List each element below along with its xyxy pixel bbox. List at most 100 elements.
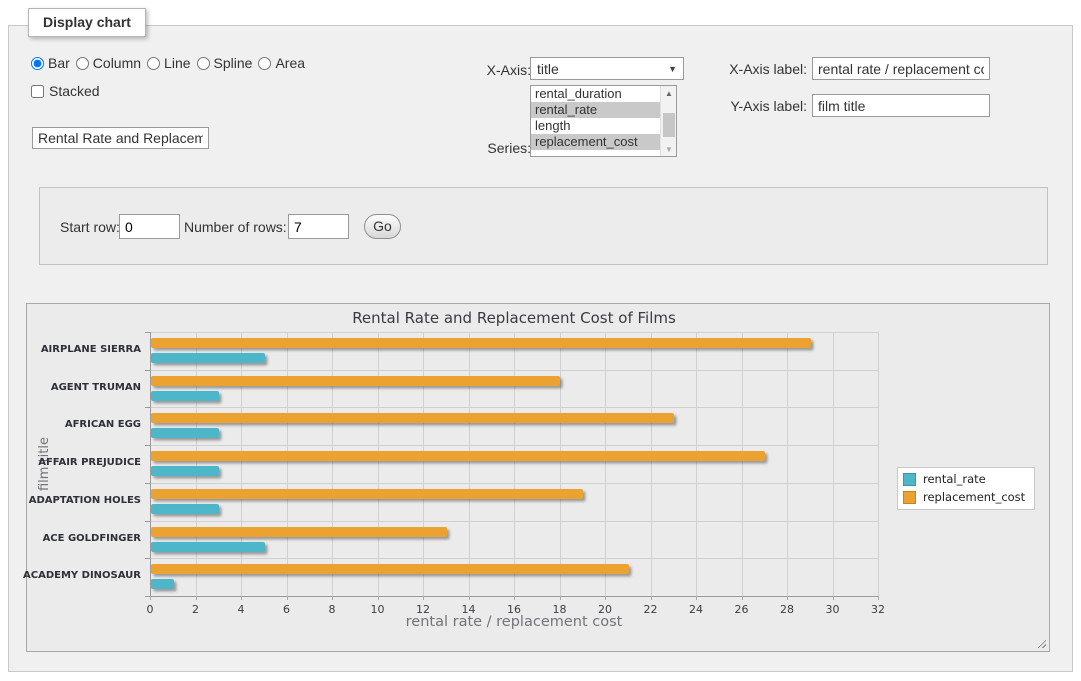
page: Display chart Bar Column Line Spline Area St… [0,0,1081,681]
chart-type-radio-area[interactable] [258,57,271,70]
y-axis-label-input[interactable] [812,94,990,117]
bar-replacement_cost [151,376,560,386]
x-axis-tick [833,596,834,600]
gridline [150,483,878,484]
gridline [651,332,652,596]
num-rows-label: Number of rows: [184,219,287,235]
chart-type-line[interactable]: Line [147,55,190,71]
y-axis-tick [145,370,150,371]
stacked-checkbox-row[interactable]: Stacked [31,83,100,99]
x-axis-select[interactable]: title ▼ [530,57,684,80]
y-axis-line [150,332,151,596]
category-label: AIRPLANE SIERRA [20,344,141,355]
x-axis-tick [150,596,151,600]
series-listbox[interactable]: rental_durationrental_ratelengthreplacem… [530,85,677,157]
y-axis-tick [145,558,150,559]
gridline [332,332,333,596]
scrollbar-thumb[interactable] [663,113,675,137]
chart-type-bar[interactable]: Bar [31,55,70,71]
chart-type-radio-line[interactable] [147,57,160,70]
scroll-down-icon[interactable]: ▼ [661,142,677,156]
start-row-input[interactable] [119,214,180,239]
chart-type-group: Bar Column Line Spline Area [31,55,305,71]
y-axis-tick [145,332,150,333]
x-axis-tick [287,596,288,600]
gridline [742,332,743,596]
gridline [287,332,288,596]
gridline [150,445,878,446]
gridline [241,332,242,596]
go-button[interactable]: Go [364,214,401,239]
chart-title: Rental Rate and Replacement Cost of Film… [150,309,878,327]
category-label: ACADEMY DINOSAUR [20,570,141,581]
bar-rental_rate [151,542,265,552]
x-axis-tick [560,596,561,600]
x-axis-label-caption: X-Axis label: [701,61,807,77]
gridline [833,332,834,596]
legend-label: replacement_cost [923,490,1025,504]
gridline [560,332,561,596]
bar-replacement_cost [151,489,583,499]
bar-replacement_cost [151,564,629,574]
chart-legend: rental_rate replacement_cost [897,467,1035,510]
chart-type-label: Line [164,55,190,71]
category-label: ACE GOLDFINGER [20,533,141,544]
x-axis-tick [605,596,606,600]
x-axis-select-label: X-Axis: [431,62,531,78]
chart-title-input[interactable] [32,127,209,149]
stacked-label: Stacked [49,83,100,99]
num-rows-input[interactable] [288,214,349,239]
chart-panel: Rental Rate and Replacement Cost of Film… [26,303,1050,652]
gridline [469,332,470,596]
legend-label: rental_rate [923,472,986,486]
start-row-label: Start row: [60,219,120,235]
scroll-up-icon[interactable]: ▲ [661,86,677,100]
bar-rental_rate [151,504,219,514]
bar-rental_rate [151,579,174,589]
chart-type-spline[interactable]: Spline [197,55,253,71]
chart-x-axis-title: rental rate / replacement cost [150,614,878,630]
bar-replacement_cost [151,451,765,461]
series-option-replacement_cost[interactable]: replacement_cost [531,134,660,150]
chart-type-radio-spline[interactable] [197,57,210,70]
gridline [696,332,697,596]
x-axis-tick [241,596,242,600]
gridline [787,332,788,596]
category-label: AGENT TRUMAN [20,382,141,393]
series-option-rental_duration[interactable]: rental_duration [531,86,660,102]
y-axis-tick [145,407,150,408]
plot-area: 02468101214161820222426283032AIRPLANE SI… [150,332,878,596]
x-axis-tick [332,596,333,600]
category-label: AFRICAN EGG [20,419,141,430]
gridline [423,332,424,596]
series-options: rental_durationrental_ratelengthreplacem… [531,86,660,156]
gridline [605,332,606,596]
chart-type-label: Column [93,55,141,71]
stacked-checkbox[interactable] [31,85,44,98]
y-axis-tick [145,445,150,446]
series-scrollbar[interactable]: ▲ ▼ [660,86,676,156]
gridline [150,332,878,333]
x-axis-tick [514,596,515,600]
series-option-length[interactable]: length [531,118,660,134]
y-axis-tick [145,483,150,484]
chart-type-radio-bar[interactable] [31,57,44,70]
x-axis-tick [742,596,743,600]
gridline [150,370,878,371]
chart-type-area[interactable]: Area [258,55,305,71]
x-axis-tick [651,596,652,600]
bar-rental_rate [151,428,219,438]
x-axis-label-input[interactable] [812,57,990,80]
series-option-rental_rate[interactable]: rental_rate [531,102,660,118]
chart-type-radio-column[interactable] [76,57,89,70]
chart-type-column[interactable]: Column [76,55,141,71]
panel-title: Display chart [28,8,146,37]
x-axis-tick [469,596,470,600]
series-list-label: Series: [431,140,531,156]
gridline [150,407,878,408]
legend-entry-replacement_cost: replacement_cost [903,490,1025,504]
x-axis-tick [378,596,379,600]
category-label: ADAPTATION HOLES [20,495,141,506]
resize-grip-icon[interactable] [1035,637,1046,648]
legend-entry-rental_rate: rental_rate [903,472,1025,486]
